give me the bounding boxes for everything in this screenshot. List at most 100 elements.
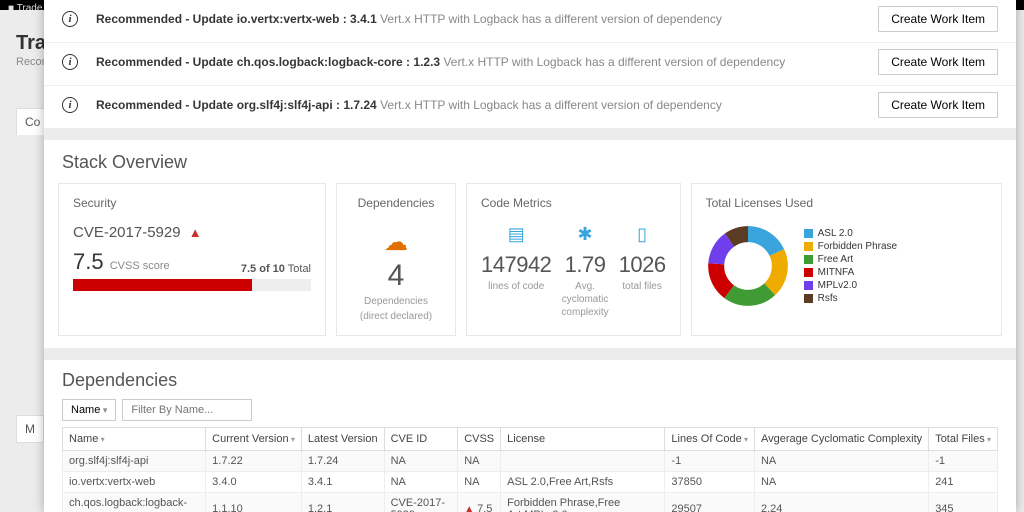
dependencies-heading: Dependencies bbox=[351, 196, 441, 210]
overview-cards: Security CVE-2017-5929 ▲ 7.5 CVSS score … bbox=[44, 179, 1016, 348]
licenses-heading: Total Licenses Used bbox=[706, 196, 987, 210]
dependencies-section-title: Dependencies bbox=[44, 360, 1016, 399]
license-donut-chart bbox=[706, 224, 790, 308]
filter-row: Name bbox=[44, 399, 1016, 427]
metrics-heading: Code Metrics bbox=[481, 196, 666, 210]
legend-label: ASL 2.0 bbox=[818, 228, 853, 239]
cell-license: ASL 2.0,Free Art,Rsfs bbox=[501, 472, 665, 493]
cell-files: 241 bbox=[929, 472, 998, 493]
cell-cvss: ▲7.5 bbox=[458, 493, 501, 512]
table-row: org.slf4j:slf4j-api 1.7.22 1.7.24 NA NA … bbox=[63, 451, 998, 472]
dependencies-table: NameCurrent VersionLatest VersionCVE IDC… bbox=[62, 427, 998, 512]
metric-value: 1.79 bbox=[561, 252, 608, 278]
cell-latest-version: 1.2.1 bbox=[301, 493, 384, 512]
cvss-score: 7.5 CVSS score bbox=[73, 249, 170, 275]
legend-label: Free Art bbox=[818, 254, 854, 265]
legend-label: MPLv2.0 bbox=[818, 280, 857, 291]
table-row: ch.qos.logback:logback-core 1.1.10 1.2.1… bbox=[63, 493, 998, 512]
cvss-bar-fill bbox=[73, 279, 252, 291]
legend-swatch bbox=[804, 281, 813, 290]
table-row: io.vertx:vertx-web 3.4.0 3.4.1 NA NA ASL… bbox=[63, 472, 998, 493]
cell-latest-version: 3.4.1 bbox=[301, 472, 384, 493]
recommendation-row: i Recommended - Update ch.qos.logback:lo… bbox=[44, 43, 1016, 86]
table-header[interactable]: Latest Version bbox=[301, 428, 384, 451]
dependencies-label2: (direct declared) bbox=[351, 310, 441, 323]
cell-name: io.vertx:vertx-web bbox=[63, 472, 206, 493]
cell-cve: CVE-2017-5929 bbox=[384, 493, 458, 512]
cell-acc: NA bbox=[754, 472, 928, 493]
table-header[interactable]: CVSS bbox=[458, 428, 501, 451]
license-legend: ASL 2.0 Forbidden Phrase Free Art MITNFA MPL… bbox=[804, 226, 898, 306]
recommendation-text: Recommended - Update io.vertx:vertx-web … bbox=[96, 12, 878, 26]
create-work-item-button[interactable]: Create Work Item bbox=[878, 92, 998, 118]
cell-cvss: NA bbox=[458, 451, 501, 472]
cve-id: CVE-2017-5929 bbox=[73, 224, 181, 241]
metric-icon: ▯ bbox=[619, 224, 666, 246]
cvss-total-val: 7.5 of 10 bbox=[241, 263, 285, 275]
legend-item: Free Art bbox=[804, 254, 898, 265]
main-overlay-panel: i Recommended - Update io.vertx:vertx-we… bbox=[44, 0, 1016, 512]
cell-license: Forbidden Phrase,Free Art,MPLv2.0 bbox=[501, 493, 665, 512]
cell-latest-version: 1.7.24 bbox=[301, 451, 384, 472]
cell-current-version: 3.4.0 bbox=[206, 472, 302, 493]
cell-acc: 2.24 bbox=[754, 493, 928, 512]
metric-label: total files bbox=[619, 280, 666, 293]
cell-loc: 29507 bbox=[665, 493, 755, 512]
cell-license bbox=[501, 451, 665, 472]
create-work-item-button[interactable]: Create Work Item bbox=[878, 6, 998, 32]
create-work-item-button[interactable]: Create Work Item bbox=[878, 49, 998, 75]
table-header[interactable]: Total Files bbox=[929, 428, 998, 451]
metric-icon: ✱ bbox=[561, 224, 608, 246]
security-heading: Security bbox=[73, 196, 311, 210]
cell-acc: NA bbox=[754, 451, 928, 472]
filter-field-button[interactable]: Name bbox=[62, 399, 116, 421]
cell-name: org.slf4j:slf4j-api bbox=[63, 451, 206, 472]
cell-cve: NA bbox=[384, 451, 458, 472]
recommendation-text: Recommended - Update org.slf4j:slf4j-api… bbox=[96, 98, 878, 112]
metric-label: Avg. cyclomatic complexity bbox=[561, 280, 608, 319]
cell-files: -1 bbox=[929, 451, 998, 472]
filter-input[interactable] bbox=[122, 399, 252, 421]
cell-loc: -1 bbox=[665, 451, 755, 472]
legend-swatch bbox=[804, 229, 813, 238]
recommendation-row: i Recommended - Update org.slf4j:slf4j-a… bbox=[44, 86, 1016, 128]
legend-swatch bbox=[804, 242, 813, 251]
legend-label: Rsfs bbox=[818, 293, 838, 304]
info-icon: i bbox=[62, 54, 78, 70]
table-header[interactable]: Name bbox=[63, 428, 206, 451]
metric-value: 147942 bbox=[481, 252, 551, 278]
legend-label: MITNFA bbox=[818, 267, 855, 278]
dependencies-card: Dependencies ☁ 4 Dependencies (direct de… bbox=[336, 183, 456, 336]
stack-overview-title: Stack Overview bbox=[44, 140, 1016, 179]
cvss-bar bbox=[73, 279, 311, 291]
metric-value: 1026 bbox=[619, 252, 666, 278]
bg-tab2-partial: M bbox=[16, 415, 44, 443]
table-header[interactable]: License bbox=[501, 428, 665, 451]
table-header[interactable]: Lines Of Code bbox=[665, 428, 755, 451]
section-divider bbox=[44, 128, 1016, 140]
table-header[interactable]: Current Version bbox=[206, 428, 302, 451]
metric-icon: ▤ bbox=[481, 224, 551, 246]
cvss-score-value: 7.5 bbox=[73, 249, 104, 274]
recommendation-text: Recommended - Update ch.qos.logback:logb… bbox=[96, 55, 878, 69]
cvss-score-label: CVSS score bbox=[110, 260, 170, 272]
legend-label: Forbidden Phrase bbox=[818, 241, 898, 252]
metric-item: ▤ 147942 lines of code bbox=[481, 224, 551, 319]
metric-item: ▯ 1026 total files bbox=[619, 224, 666, 319]
info-icon: i bbox=[62, 11, 78, 27]
legend-item: Rsfs bbox=[804, 293, 898, 304]
code-metrics-card: Code Metrics ▤ 147942 lines of code✱ 1.7… bbox=[466, 183, 681, 336]
dependencies-icon: ☁ bbox=[384, 228, 408, 257]
metric-item: ✱ 1.79 Avg. cyclomatic complexity bbox=[561, 224, 608, 319]
legend-item: MITNFA bbox=[804, 267, 898, 278]
legend-item: Forbidden Phrase bbox=[804, 241, 898, 252]
cell-current-version: 1.1.10 bbox=[206, 493, 302, 512]
table-header[interactable]: CVE ID bbox=[384, 428, 458, 451]
cell-loc: 37850 bbox=[665, 472, 755, 493]
cell-files: 345 bbox=[929, 493, 998, 512]
cvss-total-suffix: Total bbox=[285, 263, 311, 275]
warning-icon: ▲ bbox=[464, 504, 474, 512]
legend-swatch bbox=[804, 268, 813, 277]
legend-item: MPLv2.0 bbox=[804, 280, 898, 291]
table-header[interactable]: Avgerage Cyclomatic Complexity bbox=[754, 428, 928, 451]
